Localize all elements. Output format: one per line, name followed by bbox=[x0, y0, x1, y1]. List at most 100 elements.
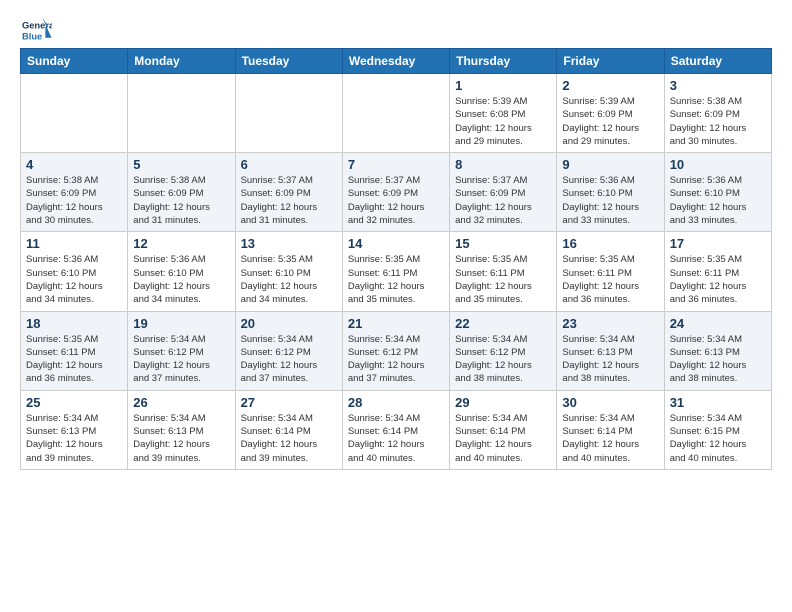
day-number: 15 bbox=[455, 236, 551, 251]
calendar-cell: 30 Sunrise: 5:34 AM Sunset: 6:14 PM Dayli… bbox=[557, 390, 664, 469]
day-detail: Sunrise: 5:37 AM Sunset: 6:09 PM Dayligh… bbox=[241, 174, 337, 227]
calendar-cell bbox=[128, 74, 235, 153]
calendar-cell: 22 Sunrise: 5:34 AM Sunset: 6:12 PM Dayli… bbox=[450, 311, 557, 390]
calendar-cell: 12 Sunrise: 5:36 AM Sunset: 6:10 PM Dayli… bbox=[128, 232, 235, 311]
calendar-cell: 1 Sunrise: 5:39 AM Sunset: 6:08 PM Daylig… bbox=[450, 74, 557, 153]
day-number: 12 bbox=[133, 236, 229, 251]
day-detail: Sunrise: 5:34 AM Sunset: 6:12 PM Dayligh… bbox=[455, 333, 551, 386]
day-number: 17 bbox=[670, 236, 766, 251]
calendar-cell: 20 Sunrise: 5:34 AM Sunset: 6:12 PM Dayli… bbox=[235, 311, 342, 390]
day-detail: Sunrise: 5:34 AM Sunset: 6:13 PM Dayligh… bbox=[670, 333, 766, 386]
calendar-cell: 26Sunrise: 5:34 AM Sunset: 6:13 PM Dayli… bbox=[128, 390, 235, 469]
day-number: 27 bbox=[241, 395, 337, 410]
calendar-cell: 6 Sunrise: 5:37 AM Sunset: 6:09 PM Daylig… bbox=[235, 153, 342, 232]
day-number: 20 bbox=[241, 316, 337, 331]
day-detail: Sunrise: 5:38 AM Sunset: 6:09 PM Dayligh… bbox=[670, 95, 766, 148]
calendar-cell: 14 Sunrise: 5:35 AM Sunset: 6:11 PM Dayli… bbox=[342, 232, 449, 311]
day-number: 24 bbox=[670, 316, 766, 331]
day-detail: Sunrise: 5:38 AM Sunset: 6:09 PM Dayligh… bbox=[133, 174, 229, 227]
day-number: 11 bbox=[26, 236, 122, 251]
calendar-cell bbox=[342, 74, 449, 153]
day-detail: Sunrise: 5:35 AM Sunset: 6:11 PM Dayligh… bbox=[455, 253, 551, 306]
day-number: 16 bbox=[562, 236, 658, 251]
day-number: 25 bbox=[26, 395, 122, 410]
day-detail: Sunrise: 5:36 AM Sunset: 6:10 PM Dayligh… bbox=[133, 253, 229, 306]
day-number: 4 bbox=[26, 157, 122, 172]
day-number: 9 bbox=[562, 157, 658, 172]
calendar: SundayMondayTuesdayWednesdayThursdayFrid… bbox=[20, 48, 772, 470]
logo: General Blue bbox=[20, 16, 56, 44]
day-detail: Sunrise: 5:35 AM Sunset: 6:10 PM Dayligh… bbox=[241, 253, 337, 306]
day-detail: Sunrise: 5:35 AM Sunset: 6:11 PM Dayligh… bbox=[348, 253, 444, 306]
calendar-cell: 5 Sunrise: 5:38 AM Sunset: 6:09 PM Daylig… bbox=[128, 153, 235, 232]
day-detail: Sunrise: 5:34 AM Sunset: 6:14 PM Dayligh… bbox=[241, 412, 337, 465]
day-number: 10 bbox=[670, 157, 766, 172]
day-detail: Sunrise: 5:34 AM Sunset: 6:14 PM Dayligh… bbox=[455, 412, 551, 465]
weekday-header-monday: Monday bbox=[128, 49, 235, 74]
day-detail: Sunrise: 5:36 AM Sunset: 6:10 PM Dayligh… bbox=[26, 253, 122, 306]
calendar-cell: 10 Sunrise: 5:36 AM Sunset: 6:10 PM Dayli… bbox=[664, 153, 771, 232]
day-number: 26 bbox=[133, 395, 229, 410]
day-number: 21 bbox=[348, 316, 444, 331]
weekday-header-wednesday: Wednesday bbox=[342, 49, 449, 74]
svg-text:General: General bbox=[22, 20, 52, 30]
day-detail: Sunrise: 5:39 AM Sunset: 6:09 PM Dayligh… bbox=[562, 95, 658, 148]
day-number: 1 bbox=[455, 78, 551, 93]
day-detail: Sunrise: 5:38 AM Sunset: 6:09 PM Dayligh… bbox=[26, 174, 122, 227]
calendar-cell: 8 Sunrise: 5:37 AM Sunset: 6:09 PM Daylig… bbox=[450, 153, 557, 232]
calendar-cell: 3Sunrise: 5:38 AM Sunset: 6:09 PM Daylig… bbox=[664, 74, 771, 153]
day-number: 14 bbox=[348, 236, 444, 251]
weekday-header-tuesday: Tuesday bbox=[235, 49, 342, 74]
day-detail: Sunrise: 5:34 AM Sunset: 6:14 PM Dayligh… bbox=[562, 412, 658, 465]
day-detail: Sunrise: 5:34 AM Sunset: 6:14 PM Dayligh… bbox=[348, 412, 444, 465]
day-detail: Sunrise: 5:34 AM Sunset: 6:12 PM Dayligh… bbox=[241, 333, 337, 386]
day-detail: Sunrise: 5:39 AM Sunset: 6:08 PM Dayligh… bbox=[455, 95, 551, 148]
day-number: 30 bbox=[562, 395, 658, 410]
day-detail: Sunrise: 5:35 AM Sunset: 6:11 PM Dayligh… bbox=[26, 333, 122, 386]
calendar-cell: 4 Sunrise: 5:38 AM Sunset: 6:09 PM Daylig… bbox=[21, 153, 128, 232]
calendar-cell: 23 Sunrise: 5:34 AM Sunset: 6:13 PM Dayli… bbox=[557, 311, 664, 390]
calendar-cell: 16 Sunrise: 5:35 AM Sunset: 6:11 PM Dayli… bbox=[557, 232, 664, 311]
calendar-cell: 15 Sunrise: 5:35 AM Sunset: 6:11 PM Dayli… bbox=[450, 232, 557, 311]
day-detail: Sunrise: 5:34 AM Sunset: 6:13 PM Dayligh… bbox=[26, 412, 122, 465]
weekday-header-saturday: Saturday bbox=[664, 49, 771, 74]
day-detail: Sunrise: 5:37 AM Sunset: 6:09 PM Dayligh… bbox=[455, 174, 551, 227]
calendar-cell bbox=[235, 74, 342, 153]
calendar-cell: 31 Sunrise: 5:34 AM Sunset: 6:15 PM Dayli… bbox=[664, 390, 771, 469]
calendar-cell: 29 Sunrise: 5:34 AM Sunset: 6:14 PM Dayli… bbox=[450, 390, 557, 469]
day-detail: Sunrise: 5:34 AM Sunset: 6:15 PM Dayligh… bbox=[670, 412, 766, 465]
calendar-cell: 18Sunrise: 5:35 AM Sunset: 6:11 PM Dayli… bbox=[21, 311, 128, 390]
day-number: 6 bbox=[241, 157, 337, 172]
calendar-cell bbox=[21, 74, 128, 153]
calendar-cell: 27 Sunrise: 5:34 AM Sunset: 6:14 PM Dayli… bbox=[235, 390, 342, 469]
svg-text:Blue: Blue bbox=[22, 31, 42, 41]
calendar-cell: 19Sunrise: 5:34 AM Sunset: 6:12 PM Dayli… bbox=[128, 311, 235, 390]
day-number: 31 bbox=[670, 395, 766, 410]
day-number: 8 bbox=[455, 157, 551, 172]
calendar-cell: 24 Sunrise: 5:34 AM Sunset: 6:13 PM Dayli… bbox=[664, 311, 771, 390]
calendar-cell: 9 Sunrise: 5:36 AM Sunset: 6:10 PM Daylig… bbox=[557, 153, 664, 232]
calendar-cell: 13Sunrise: 5:35 AM Sunset: 6:10 PM Dayli… bbox=[235, 232, 342, 311]
weekday-header-sunday: Sunday bbox=[21, 49, 128, 74]
day-number: 7 bbox=[348, 157, 444, 172]
day-number: 22 bbox=[455, 316, 551, 331]
day-detail: Sunrise: 5:36 AM Sunset: 6:10 PM Dayligh… bbox=[670, 174, 766, 227]
calendar-cell: 21 Sunrise: 5:34 AM Sunset: 6:12 PM Dayli… bbox=[342, 311, 449, 390]
weekday-header-friday: Friday bbox=[557, 49, 664, 74]
day-number: 5 bbox=[133, 157, 229, 172]
day-number: 28 bbox=[348, 395, 444, 410]
calendar-cell: 7 Sunrise: 5:37 AM Sunset: 6:09 PM Daylig… bbox=[342, 153, 449, 232]
day-number: 2 bbox=[562, 78, 658, 93]
day-number: 23 bbox=[562, 316, 658, 331]
calendar-cell: 2 Sunrise: 5:39 AM Sunset: 6:09 PM Daylig… bbox=[557, 74, 664, 153]
day-detail: Sunrise: 5:34 AM Sunset: 6:13 PM Dayligh… bbox=[562, 333, 658, 386]
calendar-cell: 17 Sunrise: 5:35 AM Sunset: 6:11 PM Dayli… bbox=[664, 232, 771, 311]
day-detail: Sunrise: 5:34 AM Sunset: 6:12 PM Dayligh… bbox=[348, 333, 444, 386]
weekday-header-thursday: Thursday bbox=[450, 49, 557, 74]
day-number: 29 bbox=[455, 395, 551, 410]
day-detail: Sunrise: 5:35 AM Sunset: 6:11 PM Dayligh… bbox=[670, 253, 766, 306]
day-detail: Sunrise: 5:36 AM Sunset: 6:10 PM Dayligh… bbox=[562, 174, 658, 227]
day-detail: Sunrise: 5:35 AM Sunset: 6:11 PM Dayligh… bbox=[562, 253, 658, 306]
day-detail: Sunrise: 5:37 AM Sunset: 6:09 PM Dayligh… bbox=[348, 174, 444, 227]
calendar-cell: 25 Sunrise: 5:34 AM Sunset: 6:13 PM Dayli… bbox=[21, 390, 128, 469]
